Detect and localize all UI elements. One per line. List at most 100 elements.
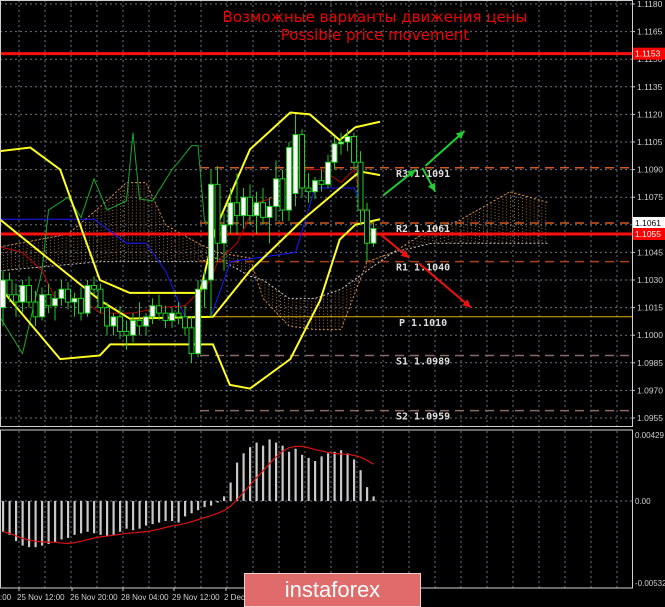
candle-body	[201, 279, 208, 290]
price-axis-label: 1.1090	[637, 165, 663, 175]
candle-body	[6, 279, 13, 296]
candle-body	[169, 312, 175, 321]
candle-body	[338, 141, 344, 145]
candle-body	[156, 305, 162, 314]
candle-body	[136, 319, 143, 327]
price-chart: R3 1.1091R2 1.1061R1 1.1040P 1.1010S1 1.…	[0, 0, 665, 602]
candle-body	[52, 297, 58, 307]
price-axis-label: 1.0985	[637, 358, 663, 368]
time-axis-label: 28 Nov 04:00	[121, 593, 169, 602]
candle-body	[299, 134, 305, 189]
macd-bar	[210, 501, 213, 506]
candle-body	[221, 224, 227, 244]
macd-frame	[0, 429, 633, 589]
macd-bar	[249, 447, 252, 501]
macd-bar	[73, 501, 76, 535]
macd-axis-label: 0.00429	[635, 431, 664, 440]
candle-body	[110, 316, 117, 327]
macd-bar	[327, 453, 330, 501]
macd-bar	[54, 501, 57, 543]
price-tag-label: 1.1153	[635, 49, 661, 59]
macd-bar	[47, 501, 50, 545]
macd-bar	[80, 501, 83, 534]
candle-body	[143, 316, 149, 327]
macd-bar	[307, 457, 310, 501]
candle-body	[65, 288, 71, 303]
candle-body	[97, 288, 104, 309]
candle-body	[344, 135, 351, 143]
candle-body	[188, 327, 195, 355]
senkou-span-b	[0, 242, 549, 299]
macd-axis-label: 0.00	[635, 497, 651, 506]
macd-bar	[353, 459, 356, 501]
candle-body	[39, 294, 45, 318]
macd-bar	[158, 501, 161, 523]
candle-body	[19, 285, 26, 303]
macd-bar	[8, 501, 11, 535]
price-axis-label: 1.1105	[637, 137, 663, 147]
candle-body	[123, 331, 130, 336]
macd-bar	[223, 496, 226, 501]
time-axis-label: 26 Nov 20:00	[70, 593, 118, 602]
macd-bar	[112, 501, 115, 535]
bollinger-middle	[0, 170, 381, 320]
price-axis-label: 1.1015	[637, 303, 663, 313]
candle-body	[84, 285, 91, 314]
macd-bar	[268, 439, 271, 501]
price-axis-label: 1.0970	[637, 385, 663, 395]
time-axis-label: 2 Dec	[224, 593, 245, 602]
price-tag-label: 1.1061	[635, 218, 661, 228]
macd-bar	[275, 442, 278, 501]
macd-bar	[314, 461, 317, 501]
main-panel: R3 1.1091R2 1.1061R1 1.1040P 1.1010S1 1.…	[0, 0, 632, 426]
candle-body	[273, 178, 279, 207]
macd-panel	[0, 431, 632, 588]
macd-bar	[86, 501, 89, 532]
candle-body	[266, 205, 273, 218]
candle-body	[104, 307, 110, 327]
price-axis-label: 1.0955	[637, 413, 663, 423]
macd-bar	[93, 501, 96, 534]
macd-bar	[190, 501, 193, 514]
macd-bar	[216, 501, 219, 503]
macd-bar	[294, 448, 297, 501]
macd-bar	[99, 501, 102, 535]
candle-body	[162, 312, 169, 321]
macd-bar	[262, 445, 265, 501]
macd-bar	[197, 501, 200, 511]
candle-body	[305, 187, 312, 193]
price-axis-label: 1.1120	[637, 109, 663, 119]
candle-body	[117, 316, 123, 333]
macd-bar	[106, 501, 109, 537]
candle-body	[71, 297, 78, 303]
instaforex-logo: instaforex	[244, 573, 421, 607]
candle-body	[331, 143, 338, 163]
time-axis-label: 29 Nov 12:00	[172, 593, 220, 602]
candle-body	[195, 288, 201, 355]
macd-bar	[288, 451, 291, 501]
macd-bar	[372, 496, 375, 501]
macd-bar	[333, 451, 336, 501]
macd-bar	[255, 442, 258, 501]
candle-body	[279, 178, 286, 211]
candle-body	[91, 285, 97, 290]
macd-bar	[151, 501, 154, 525]
macd-bar	[60, 501, 63, 540]
time-axis-label: 25 Nov 12:00	[17, 593, 65, 602]
price-axis-label: 1.1030	[637, 275, 663, 285]
macd-bar	[132, 501, 135, 531]
candle-body	[58, 288, 65, 299]
candle-body	[182, 316, 188, 329]
macd-bar	[346, 453, 349, 501]
candle-body	[260, 202, 266, 218]
candle-body	[13, 294, 19, 303]
macd-bar	[171, 501, 174, 521]
candle-body	[318, 180, 325, 185]
candle-body	[78, 297, 84, 314]
candle-body	[364, 209, 370, 244]
macd-bar	[359, 470, 362, 501]
price-axis-label: 1.1075	[637, 192, 663, 202]
candle-body	[234, 202, 240, 217]
candle-body	[370, 227, 377, 244]
candle-body	[325, 161, 331, 185]
